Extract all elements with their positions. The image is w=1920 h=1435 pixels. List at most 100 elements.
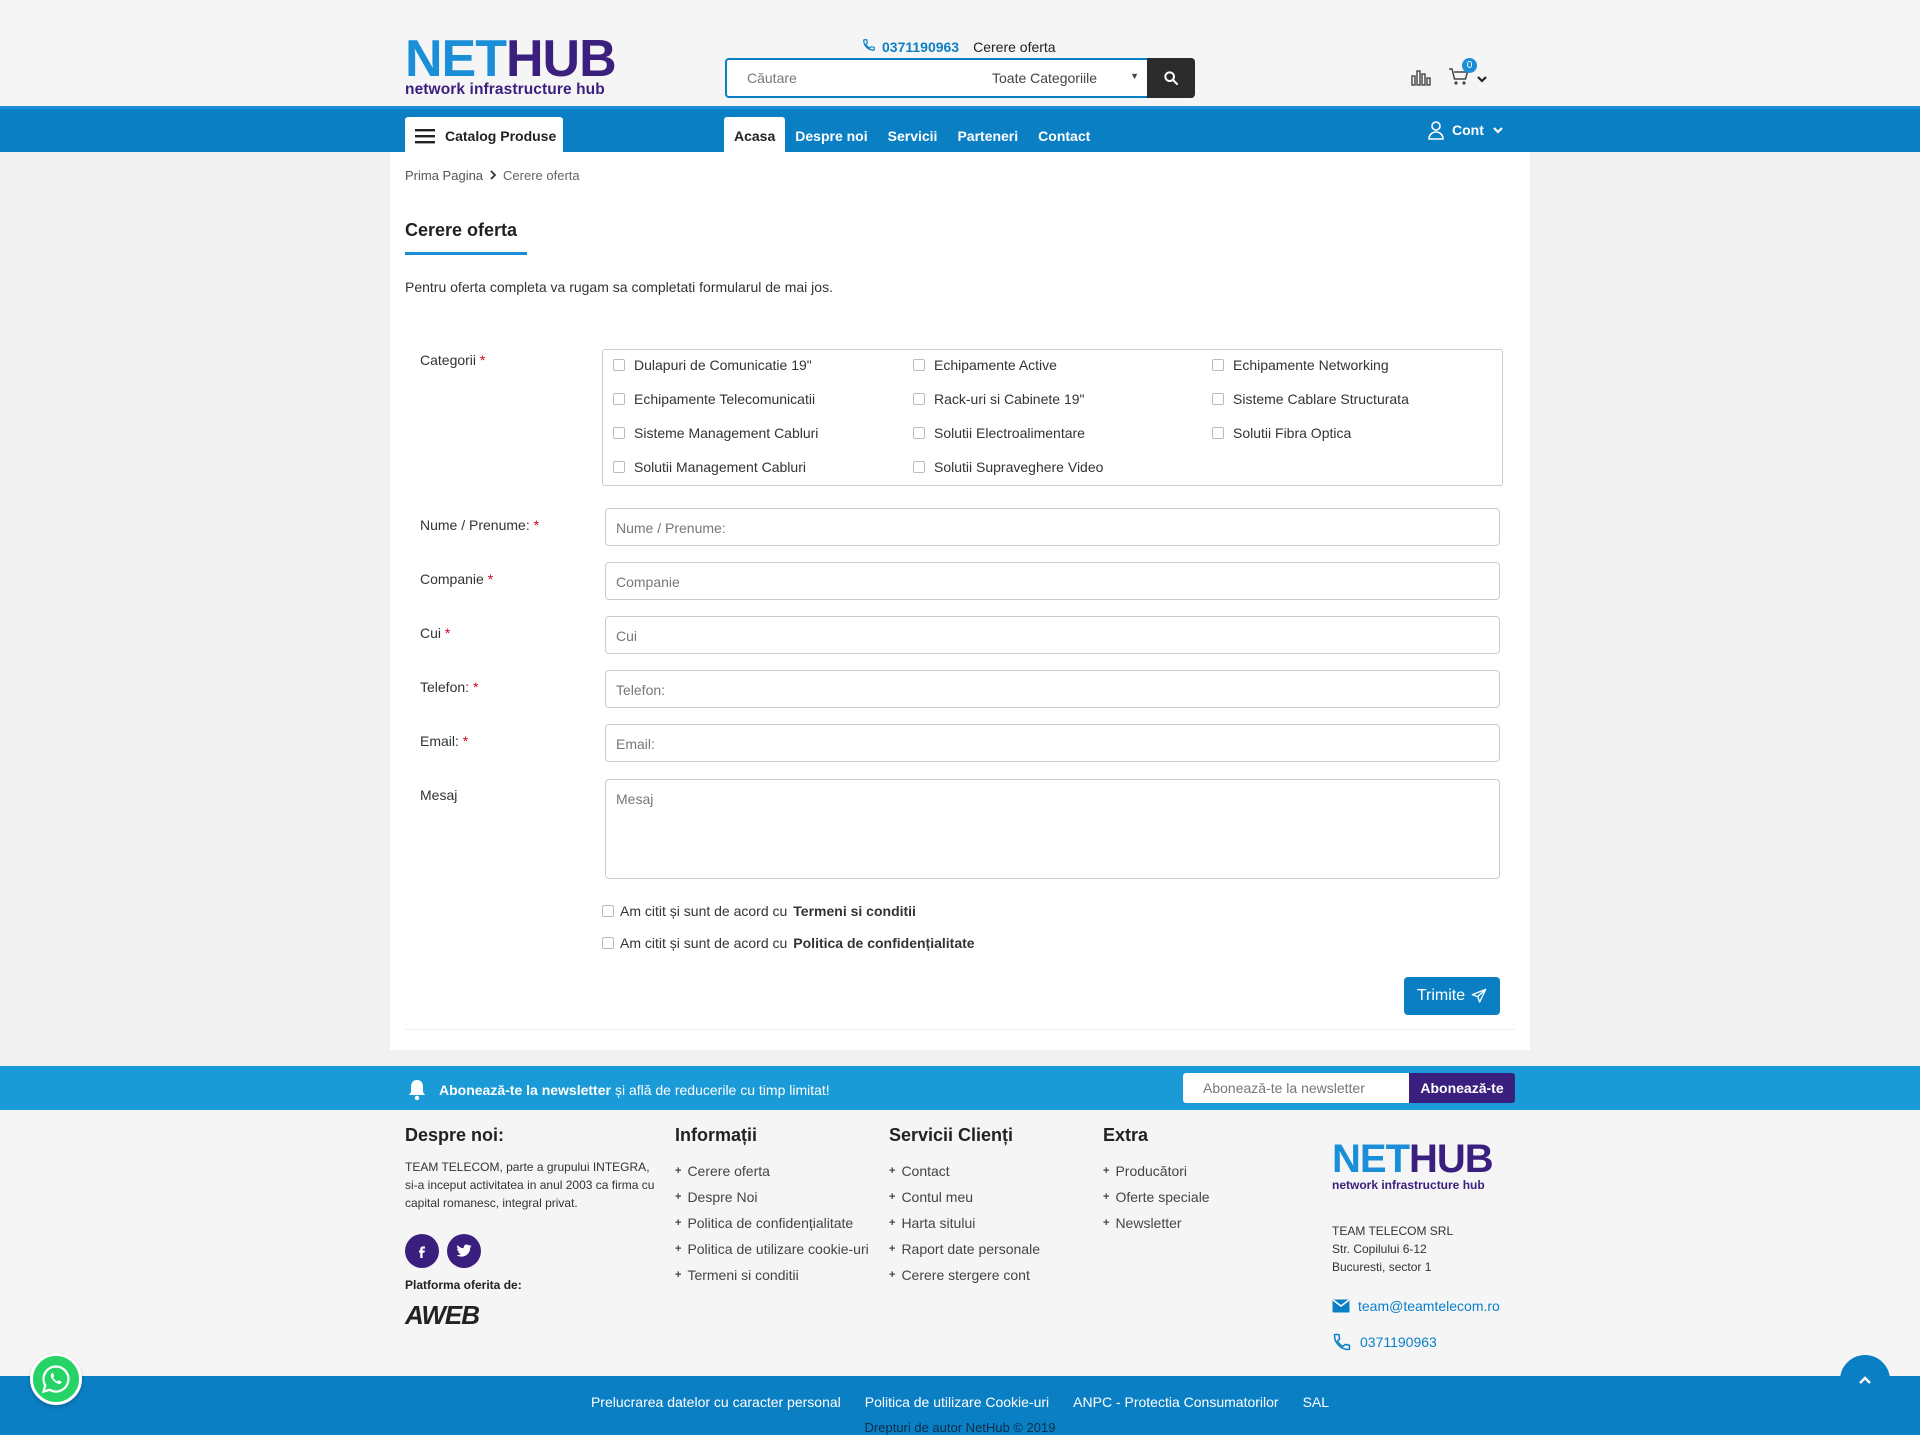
terms-link[interactable]: Termeni si conditii xyxy=(793,903,916,919)
footer-link[interactable]: + Producători xyxy=(1103,1158,1210,1184)
checkbox[interactable] xyxy=(613,393,625,405)
logo-hub: HUB xyxy=(506,30,617,88)
footer-link[interactable]: + Harta sitului xyxy=(889,1210,1040,1236)
footer-link[interactable]: + Contact xyxy=(889,1158,1040,1184)
required-mark: * xyxy=(472,679,479,695)
message-textarea[interactable]: Mesaj xyxy=(605,779,1500,879)
logo-net: NET xyxy=(405,30,507,88)
checkbox[interactable] xyxy=(613,359,625,371)
footer-phone-text: 0371190963 xyxy=(1360,1334,1437,1350)
checkbox[interactable] xyxy=(613,461,625,473)
footer-link-text: Newsletter xyxy=(1115,1215,1182,1231)
checkbox[interactable] xyxy=(913,359,925,371)
footer-link[interactable]: + Politica de utilizare cookie-uri xyxy=(675,1236,869,1262)
account-menu[interactable]: Cont xyxy=(1428,120,1504,140)
submit-label: Trimite xyxy=(1416,987,1466,1004)
category-checkbox[interactable]: Echipamente Networking xyxy=(1212,357,1389,373)
nav-item-contact[interactable]: Contact xyxy=(1028,117,1100,155)
checkbox[interactable] xyxy=(913,461,925,473)
footer-link[interactable]: + Newsletter xyxy=(1103,1210,1210,1236)
chevron-down-icon[interactable] xyxy=(1476,71,1488,87)
privacy-agreement[interactable]: Am citit și sunt de acord cu Politica de… xyxy=(602,935,975,951)
footer-link[interactable]: + Oferte speciale xyxy=(1103,1184,1210,1210)
required-mark: * xyxy=(444,625,451,641)
footer-link[interactable]: + Contul meu xyxy=(889,1184,1040,1210)
header-phone-link[interactable]: 0371190963 xyxy=(882,39,959,55)
search-category-value: Toate Categoriile xyxy=(992,70,1098,86)
nav-item-despre-noi[interactable]: Despre noi xyxy=(785,117,877,155)
footer-email[interactable]: team@teamtelecom.ro xyxy=(1332,1298,1500,1314)
category-label: Solutii Management Cabluri xyxy=(634,459,806,475)
category-checkbox[interactable]: Rack-uri si Cabinete 19" xyxy=(913,391,1084,407)
page-title: Cerere oferta xyxy=(405,220,518,240)
email-input[interactable]: Email: xyxy=(605,724,1500,762)
footer-link-text: Harta sitului xyxy=(901,1215,976,1231)
footer-link[interactable]: + Raport date personale xyxy=(889,1236,1040,1262)
category-checkbox[interactable]: Solutii Supraveghere Video xyxy=(913,459,1103,475)
site-logo[interactable]: NETHUB network infrastructure hub xyxy=(405,33,617,101)
header-quote-link[interactable]: Cerere oferta xyxy=(973,39,1055,55)
breadcrumb-home[interactable]: Prima Pagina xyxy=(405,168,483,183)
cui-label: Cui * xyxy=(420,625,450,641)
category-checkbox[interactable]: Solutii Electroalimentare xyxy=(913,425,1085,441)
aweb-logo[interactable]: AWEB xyxy=(405,1300,665,1331)
footer-link[interactable]: + Termeni si conditii xyxy=(675,1262,869,1288)
plus-icon: + xyxy=(889,1217,896,1229)
category-checkbox[interactable]: Dulapuri de Comunicatie 19" xyxy=(613,357,812,373)
nav-item-parteneri[interactable]: Parteneri xyxy=(947,117,1028,155)
company-input[interactable]: Companie xyxy=(605,562,1500,600)
cui-input[interactable]: Cui xyxy=(605,616,1500,654)
checkbox[interactable] xyxy=(913,393,925,405)
submit-button[interactable]: Trimite xyxy=(1404,977,1500,1015)
terms-checkbox[interactable] xyxy=(602,905,614,917)
search-category-select[interactable]: Toate Categoriile ▼ xyxy=(992,60,1147,96)
phone-input[interactable]: Telefon: xyxy=(605,670,1500,708)
logo-tagline: network infrastructure hub xyxy=(405,81,605,98)
dropdown-arrow-icon: ▼ xyxy=(1130,71,1139,81)
category-checkbox[interactable]: Echipamente Active xyxy=(913,357,1057,373)
search-input[interactable]: Căutare xyxy=(727,60,992,96)
category-checkbox[interactable]: Sisteme Cablare Structurata xyxy=(1212,391,1409,407)
nav-item-acasa[interactable]: Acasa xyxy=(724,117,786,155)
privacy-link[interactable]: Politica de confidențialitate xyxy=(793,935,974,951)
footer-phone[interactable]: 0371190963 xyxy=(1332,1332,1437,1352)
checkbox[interactable] xyxy=(1212,359,1224,371)
facebook-icon[interactable] xyxy=(405,1234,439,1268)
bottom-link[interactable]: Prelucrarea datelor cu caracter personal xyxy=(591,1394,841,1410)
privacy-checkbox[interactable] xyxy=(602,937,614,949)
category-checkbox[interactable]: Solutii Fibra Optica xyxy=(1212,425,1351,441)
required-mark: * xyxy=(462,733,469,749)
newsletter-subscribe-button[interactable]: Abonează-te xyxy=(1409,1073,1515,1103)
checkbox[interactable] xyxy=(613,427,625,439)
category-checkbox[interactable]: Solutii Management Cabluri xyxy=(613,459,806,475)
category-checkbox[interactable]: Sisteme Management Cabluri xyxy=(613,425,818,441)
nav-item-servicii[interactable]: Servicii xyxy=(878,117,948,155)
name-input[interactable]: Nume / Prenume: xyxy=(605,508,1500,546)
compare-icon[interactable] xyxy=(1410,68,1432,89)
checkbox[interactable] xyxy=(1212,393,1224,405)
newsletter-email-input[interactable]: Abonează-te la newsletter xyxy=(1183,1073,1410,1103)
category-checkbox[interactable]: Echipamente Telecomunicatii xyxy=(613,391,815,407)
bottom-link[interactable]: ANPC - Protectia Consumatorilor xyxy=(1073,1394,1278,1410)
footer-about-title: Despre noi: xyxy=(405,1125,505,1145)
terms-agreement[interactable]: Am citit și sunt de acord cu Termeni si … xyxy=(602,903,916,919)
bottom-link[interactable]: Politica de utilizare Cookie-uri xyxy=(865,1394,1049,1410)
twitter-icon[interactable] xyxy=(447,1234,481,1268)
newsletter-subtitle: și află de reducerile cu timp limitat! xyxy=(614,1082,830,1098)
checkbox[interactable] xyxy=(1212,427,1224,439)
footer-link[interactable]: + Cerere oferta xyxy=(675,1158,869,1184)
footer-link[interactable]: + Despre Noi xyxy=(675,1184,869,1210)
footer-logo[interactable]: NETHUB network infrastructure hub xyxy=(1332,1139,1494,1192)
categories-checkbox-group: Dulapuri de Comunicatie 19" Echipamente … xyxy=(602,349,1503,486)
footer-link[interactable]: + Cerere stergere cont xyxy=(889,1262,1040,1288)
scroll-to-top-button[interactable] xyxy=(1840,1355,1890,1405)
whatsapp-button[interactable] xyxy=(30,1353,82,1405)
footer-address: TEAM TELECOM SRL Str. Copilului 6-12 Buc… xyxy=(1332,1222,1453,1276)
cart-button[interactable]: 0 xyxy=(1448,58,1477,89)
search-button[interactable] xyxy=(1147,58,1195,98)
bottom-link[interactable]: SAL xyxy=(1303,1394,1329,1410)
checkbox[interactable] xyxy=(913,427,925,439)
catalog-button[interactable]: Catalog Produse xyxy=(405,117,563,154)
footer-link[interactable]: + Politica de confidențialitate xyxy=(675,1210,869,1236)
send-icon xyxy=(1471,988,1487,1003)
